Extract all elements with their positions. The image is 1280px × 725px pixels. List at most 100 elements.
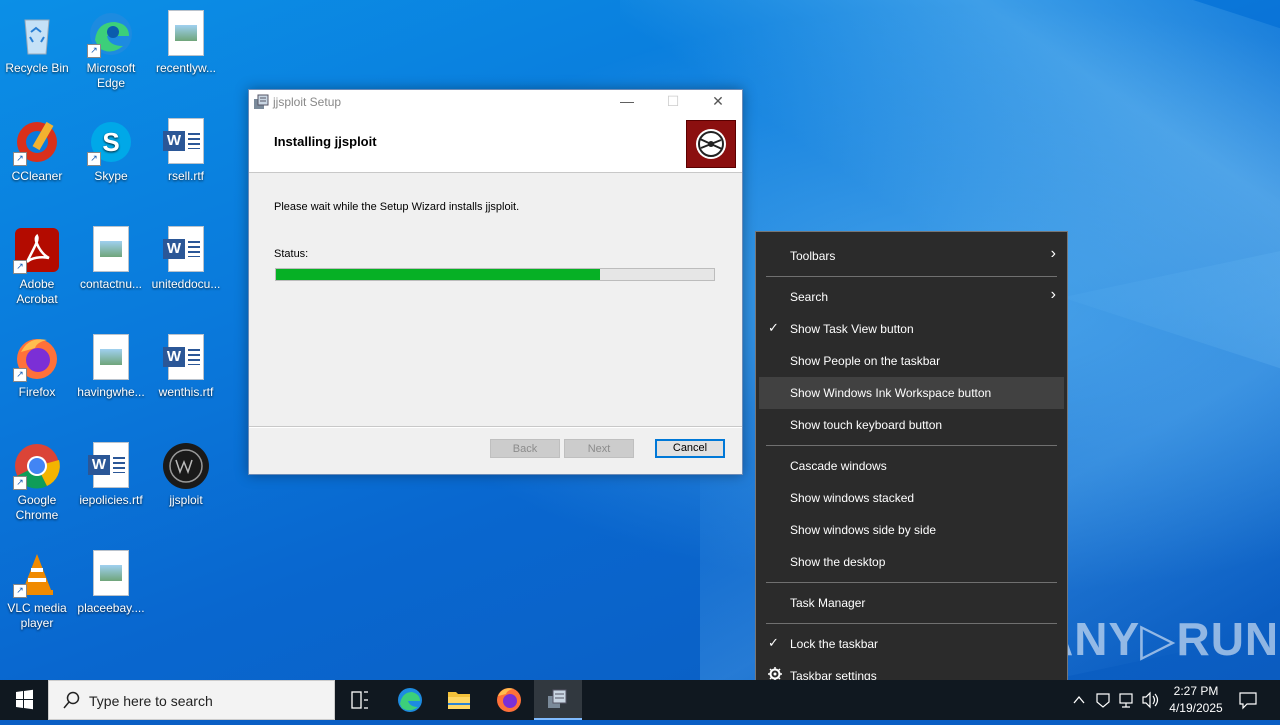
menu-separator [766, 582, 1057, 583]
image-file-icon [162, 10, 210, 58]
menu-item-toolbars[interactable]: Toolbars › [759, 240, 1064, 272]
desktop-icon-iepolicies[interactable]: W iepolicies.rtf [74, 438, 148, 508]
desktop-icon-label: uniteddocu... [151, 277, 221, 291]
skype-icon: S ↗ [87, 118, 135, 166]
clock-date: 4/19/2025 [1169, 701, 1223, 715]
menu-item-cascade-windows[interactable]: Cascade windows [759, 450, 1064, 482]
menu-separator [766, 276, 1057, 277]
desktop-icon-wenthis[interactable]: W wenthis.rtf [149, 330, 223, 400]
installer-app-icon [548, 689, 567, 708]
action-center-button[interactable] [1236, 680, 1260, 720]
progress-fill [276, 269, 601, 280]
status-label: Status: [274, 248, 309, 260]
menu-item-show-windows-stacked[interactable]: Show windows stacked [759, 482, 1064, 514]
taskbar-clock[interactable]: 2:27 PM 4/19/2025 [1160, 683, 1232, 717]
image-file-icon [87, 550, 135, 598]
firefox-icon: ↗ [13, 334, 61, 382]
recycle-bin-icon [13, 10, 61, 58]
word-file-icon: W [87, 442, 135, 490]
desktop-icon-havingwhe[interactable]: havingwhe... [74, 330, 148, 400]
desktop-icon-label: havingwhe... [77, 385, 145, 399]
jjsploit-icon [162, 442, 210, 490]
desktop-icon-recentlyw[interactable]: recentlyw... [149, 6, 223, 76]
taskbar-search-box[interactable]: Type here to search [48, 680, 335, 720]
desktop-icon-label: contactnu... [79, 277, 143, 291]
svg-text:S: S [102, 127, 119, 157]
minimize-button[interactable]: — [605, 90, 649, 114]
menu-item-show-desktop[interactable]: Show the desktop [759, 546, 1064, 578]
word-file-icon: W [162, 226, 210, 274]
menu-item-search[interactable]: Search › [759, 281, 1064, 313]
installer-logo-icon [686, 120, 736, 168]
menu-separator [766, 623, 1057, 624]
desktop-icon-jjsploit[interactable]: jjsploit [149, 438, 223, 508]
menu-item-show-task-view[interactable]: ✓ Show Task View button [759, 313, 1064, 345]
clock-time: 2:27 PM [1173, 684, 1219, 698]
show-hidden-icons-button[interactable] [1070, 680, 1088, 720]
desktop-icon-vlc[interactable]: ↗ VLC media player [0, 546, 74, 631]
desktop-icon-label: rsell.rtf [168, 169, 204, 183]
cancel-button[interactable]: Cancel [655, 439, 725, 458]
checkmark-icon: ✓ [768, 320, 779, 335]
search-icon [63, 691, 81, 709]
tray-volume[interactable] [1140, 680, 1160, 720]
installer-message: Please wait while the Setup Wizard insta… [274, 201, 520, 213]
image-file-icon [87, 226, 135, 274]
desktop-icon-label: Google Chrome [15, 493, 59, 522]
taskbar-firefox[interactable] [485, 680, 533, 720]
desktop-icon-google-chrome[interactable]: ↗ Google Chrome [0, 438, 74, 523]
desktop-icon-label: wenthis.rtf [158, 385, 214, 399]
start-button[interactable] [0, 680, 48, 720]
task-view-icon [351, 691, 368, 709]
tray-network[interactable] [1117, 680, 1137, 720]
taskbar-file-explorer[interactable] [435, 680, 483, 720]
desktop-icon-ccleaner[interactable]: ↗ CCleaner [0, 114, 74, 184]
taskbar-context-menu: Toolbars › Search › ✓ Show Task View but… [755, 231, 1068, 700]
desktop-icon-contactnu[interactable]: contactnu... [74, 222, 148, 292]
menu-item-show-ink-workspace[interactable]: Show Windows Ink Workspace button [759, 377, 1064, 409]
edge-icon [398, 688, 422, 712]
menu-item-show-touch-keyboard[interactable]: Show touch keyboard button [759, 409, 1064, 441]
desktop-icon-uniteddocu[interactable]: W uniteddocu... [149, 222, 223, 292]
desktop-icon-recycle-bin[interactable]: Recycle Bin [0, 6, 74, 76]
taskbar: Type here to search 2:27 PM 4/19/2025 [0, 680, 1280, 720]
menu-item-lock-taskbar[interactable]: ✓ Lock the taskbar [759, 628, 1064, 660]
taskbar-jjsploit-setup[interactable] [534, 680, 582, 720]
menu-item-show-people[interactable]: Show People on the taskbar [759, 345, 1064, 377]
installer-body: Please wait while the Setup Wizard insta… [249, 173, 742, 425]
installer-app-icon [253, 94, 269, 110]
acrobat-icon: ↗ [13, 226, 61, 274]
desktop-icon-firefox[interactable]: ↗ Firefox [0, 330, 74, 400]
tray-defender[interactable] [1093, 680, 1113, 720]
installer-window: jjsploit Setup — ☐ ✕ Installing jjsploit… [248, 89, 743, 475]
menu-item-show-side-by-side[interactable]: Show windows side by side [759, 514, 1064, 546]
menu-separator [766, 445, 1057, 446]
desktop-icon-label: recentlyw... [155, 61, 217, 75]
menu-item-task-manager[interactable]: Task Manager [759, 587, 1064, 619]
image-file-icon [87, 334, 135, 382]
taskbar-edge[interactable] [386, 680, 434, 720]
desktop-icon-skype[interactable]: S ↗ Skype [74, 114, 148, 184]
footer-divider [249, 426, 742, 428]
install-progress-bar [275, 268, 715, 281]
word-file-icon: W [162, 334, 210, 382]
notification-icon [1239, 692, 1257, 710]
desktop-icon-label: Microsoft Edge [86, 61, 136, 90]
desktop-icon-rsell[interactable]: W rsell.rtf [149, 114, 223, 184]
close-button[interactable]: ✕ [696, 90, 740, 114]
chevron-right-icon: › [1050, 286, 1056, 303]
desktop-icon-label: Firefox [18, 385, 56, 399]
vlc-icon: ↗ [13, 550, 61, 598]
back-button[interactable]: Back [490, 439, 560, 458]
window-titlebar[interactable]: jjsploit Setup — ☐ ✕ [249, 90, 742, 114]
desktop-icon-microsoft-edge[interactable]: ↗ Microsoft Edge [74, 6, 148, 91]
desktop-icon-placeebay[interactable]: placeebay.... [74, 546, 148, 616]
next-button[interactable]: Next [564, 439, 634, 458]
desktop-icon-label: Recycle Bin [5, 61, 69, 75]
task-view-button[interactable] [336, 680, 384, 720]
desktop-icon-label: Skype [94, 169, 128, 183]
shield-icon [1096, 693, 1110, 708]
desktop-icon-adobe-acrobat[interactable]: ↗ Adobe Acrobat [0, 222, 74, 307]
chevron-right-icon: › [1050, 245, 1056, 262]
maximize-button: ☐ [666, 93, 680, 109]
